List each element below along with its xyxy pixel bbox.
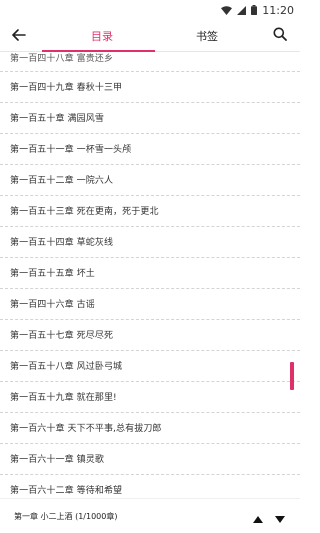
chapter-title: 第一百五十九章 就在那里! xyxy=(10,393,117,404)
chapter-title: 第一百五十章 满园风雪 xyxy=(10,114,104,125)
chapter-item[interactable]: 第一百五十三章 死在更南，死于更北 xyxy=(0,196,300,227)
scroll-down-button[interactable] xyxy=(272,509,288,525)
chapter-item[interactable]: 第一百六十二章 等待和希望 xyxy=(0,475,300,498)
current-chapter-label: 第一章 小二上酒 (1/1000章) xyxy=(14,511,118,521)
chapter-title: 第一百五十三章 死在更南，死于更北 xyxy=(10,207,159,218)
chapter-title: 第一百五十四章 草蛇灰线 xyxy=(10,238,114,249)
tab-toc[interactable]: 目录 xyxy=(42,20,162,52)
tab-bookmark-label: 书签 xyxy=(196,30,218,43)
battery-icon xyxy=(251,5,258,15)
status-bar: 11:20 xyxy=(0,0,300,20)
chapter-item[interactable]: 第一百四十六章 古谣 xyxy=(0,289,300,320)
search-icon xyxy=(273,26,287,45)
footer-bar: 第一章 小二上酒 (1/1000章) xyxy=(0,498,300,533)
chapter-title: 第一百四十九章 春秋十三甲 xyxy=(10,83,123,94)
nav-bar: 目录 书签 xyxy=(0,20,300,52)
chapter-title: 第一百六十章 天下不平事,总有拔刀郎 xyxy=(10,424,162,435)
scroll-up-button[interactable] xyxy=(250,509,266,525)
chapter-item[interactable]: 第一百五十七章 死尽尽死 xyxy=(0,320,300,351)
chapter-title: 第一百六十一章 镇灵歌 xyxy=(10,455,104,466)
back-button[interactable] xyxy=(6,22,32,48)
triangle-down-icon xyxy=(275,508,285,527)
chapter-item[interactable]: 第一百四十八章 富贵还乡 xyxy=(0,52,300,72)
chapter-item[interactable]: 第一百五十一章 一杯雪一头颅 xyxy=(0,134,300,165)
chapter-title: 第一百五十一章 一杯雪一头颅 xyxy=(10,145,132,156)
chapter-item[interactable]: 第一百五十四章 草蛇灰线 xyxy=(0,227,300,258)
chapter-item[interactable]: 第一百五十八章 风过卧弓城 xyxy=(0,351,300,382)
chapter-item[interactable]: 第一百五十章 满园风雪 xyxy=(0,103,300,134)
arrow-left-icon xyxy=(12,26,26,45)
tab-bookmark[interactable]: 书签 xyxy=(147,20,267,52)
status-time: 11:20 xyxy=(262,3,294,17)
search-button[interactable] xyxy=(268,23,292,47)
chapter-title: 第一百四十八章 富贵还乡 xyxy=(10,54,114,64)
wifi-icon xyxy=(221,5,233,15)
chapter-list[interactable]: 第一百四十八章 富贵还乡 第一百四十九章 春秋十三甲 第一百五十章 满园风雪 第… xyxy=(0,52,300,498)
chapter-title: 第一百五十八章 风过卧弓城 xyxy=(10,362,123,373)
signal-icon xyxy=(237,5,247,15)
chapter-item[interactable]: 第一百六十章 天下不平事,总有拔刀郎 xyxy=(0,413,300,444)
triangle-up-icon xyxy=(253,508,263,527)
chapter-title: 第一百六十二章 等待和希望 xyxy=(10,486,123,497)
chapter-title: 第一百四十六章 古谣 xyxy=(10,300,95,311)
chapter-item[interactable]: 第一百六十一章 镇灵歌 xyxy=(0,444,300,475)
chapter-title: 第一百五十七章 死尽尽死 xyxy=(10,331,114,342)
chapter-item[interactable]: 第一百四十九章 春秋十三甲 xyxy=(0,72,300,103)
chapter-title: 第一百五十二章 一院六人 xyxy=(10,176,114,187)
chapter-item[interactable]: 第一百五十九章 就在那里! xyxy=(0,382,300,413)
chapter-item[interactable]: 第一百五十二章 一院六人 xyxy=(0,165,300,196)
scrollbar-thumb[interactable] xyxy=(290,362,294,390)
chapter-item[interactable]: 第一百五十五章 坏土 xyxy=(0,258,300,289)
tab-toc-label: 目录 xyxy=(91,30,113,43)
chapter-title: 第一百五十五章 坏土 xyxy=(10,269,95,280)
